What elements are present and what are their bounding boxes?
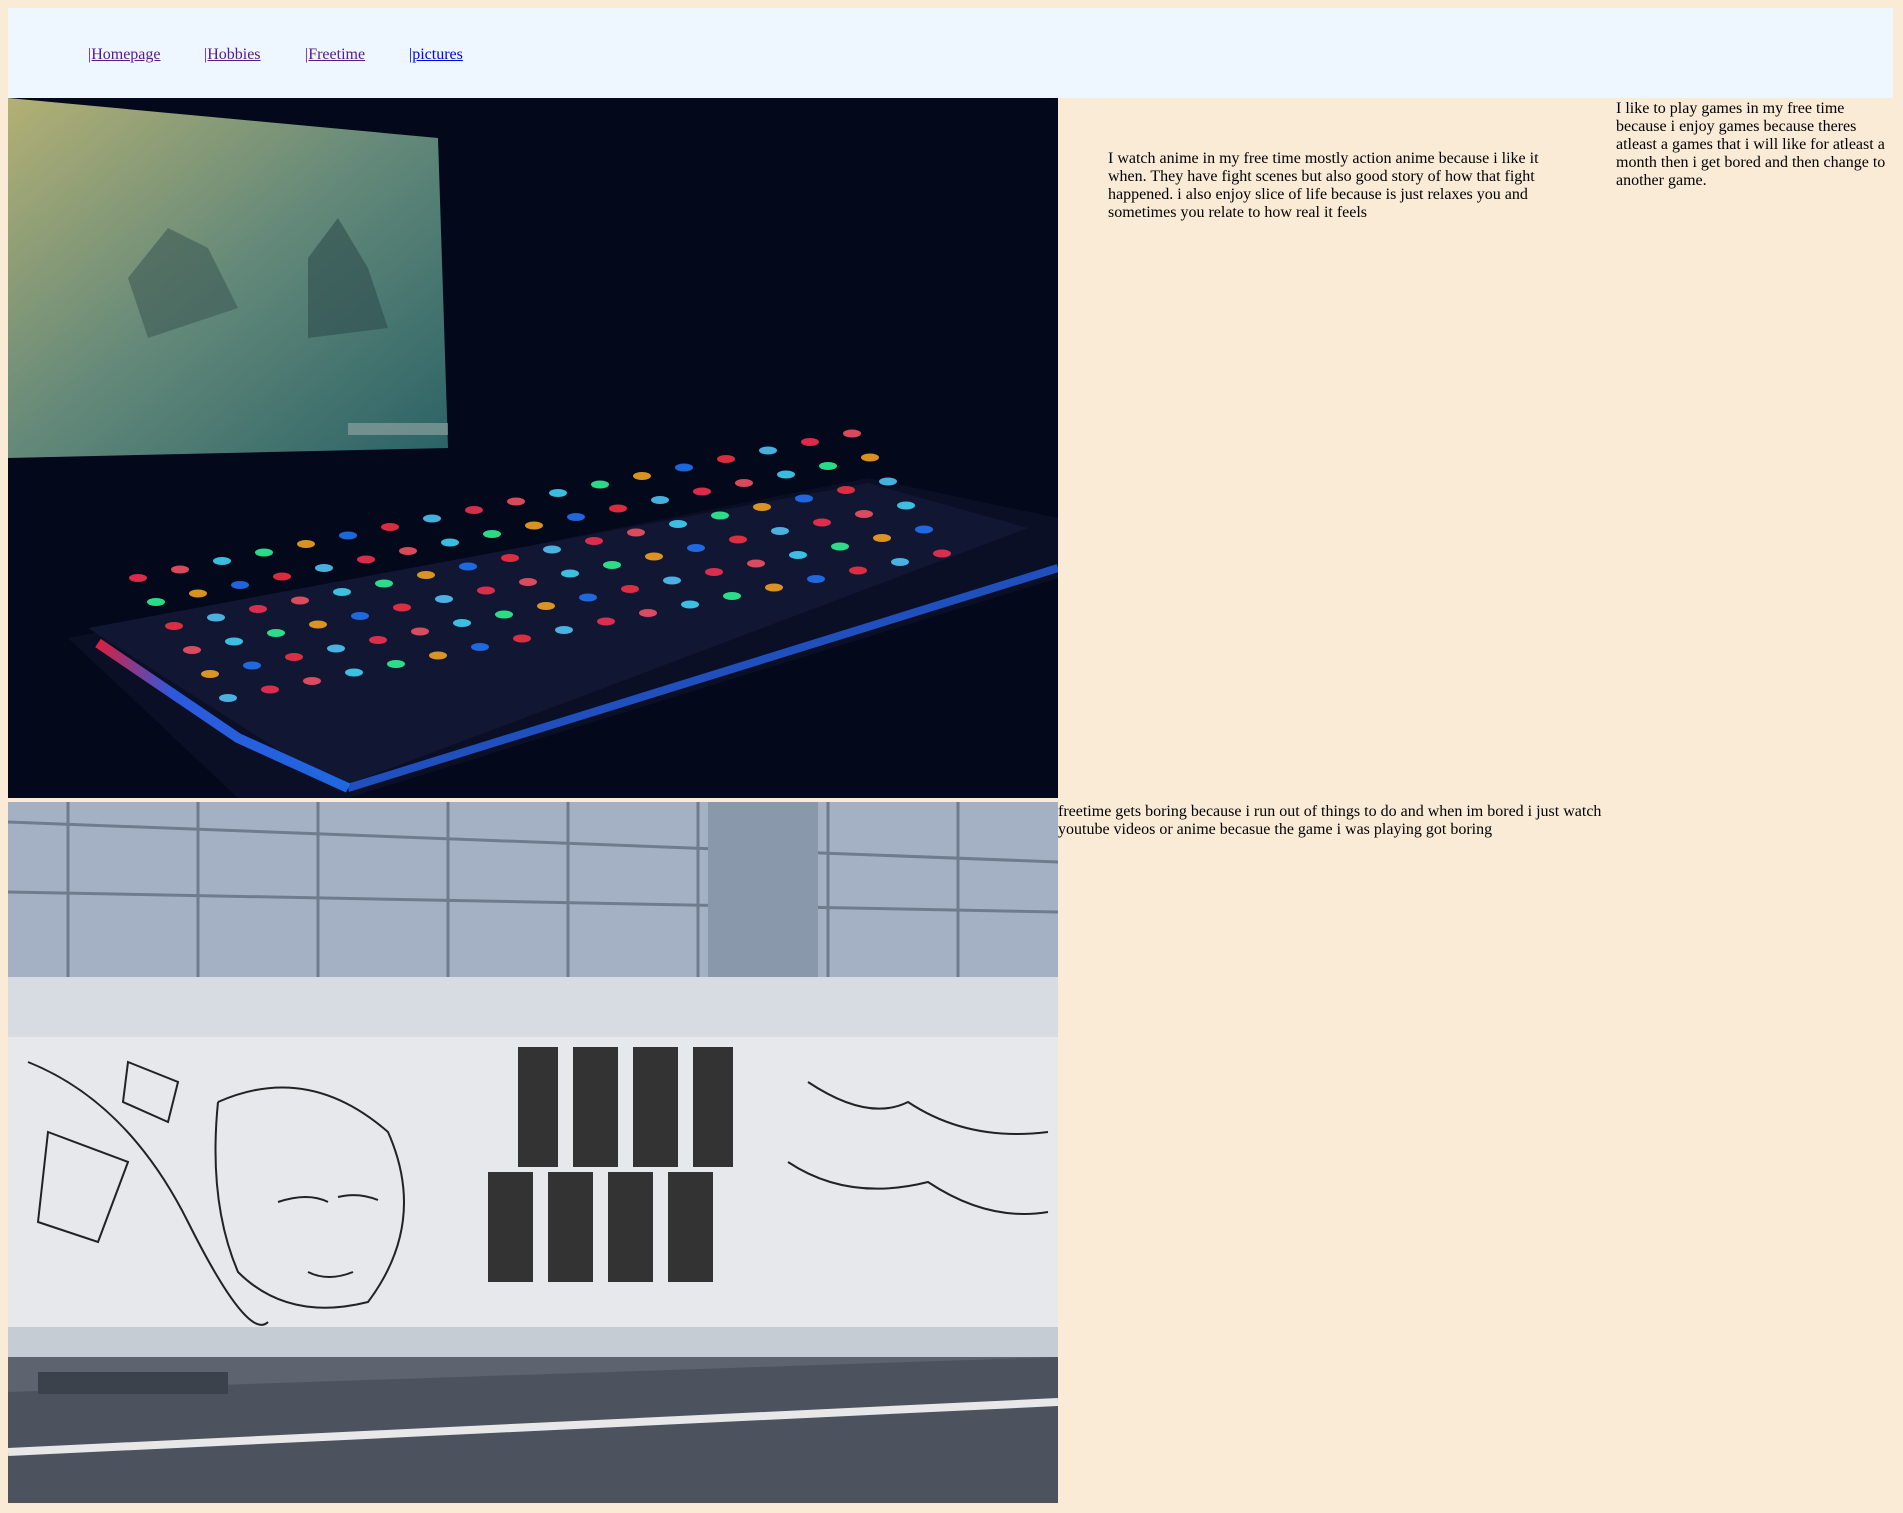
games-hobby-text: I like to play games in my free time bec… bbox=[1616, 100, 1886, 189]
anime-hobby-text: I watch anime in my free time mostly act… bbox=[1108, 150, 1539, 221]
nav-link-freetime[interactable]: |Freetime bbox=[305, 45, 365, 65]
freetime-boring-text: freetime gets boring because i run out o… bbox=[1058, 803, 1602, 838]
top-navigation-bar: |Homepage |Hobbies |Freetime |pictures bbox=[8, 8, 1893, 98]
gaming-keyboard-image bbox=[8, 98, 1058, 798]
nav-link-homepage[interactable]: |Homepage bbox=[88, 45, 161, 65]
manga-mural-image bbox=[8, 802, 1058, 1503]
nav-link-hobbies[interactable]: |Hobbies bbox=[204, 45, 261, 65]
nav-link-pictures[interactable]: |pictures bbox=[409, 45, 463, 65]
